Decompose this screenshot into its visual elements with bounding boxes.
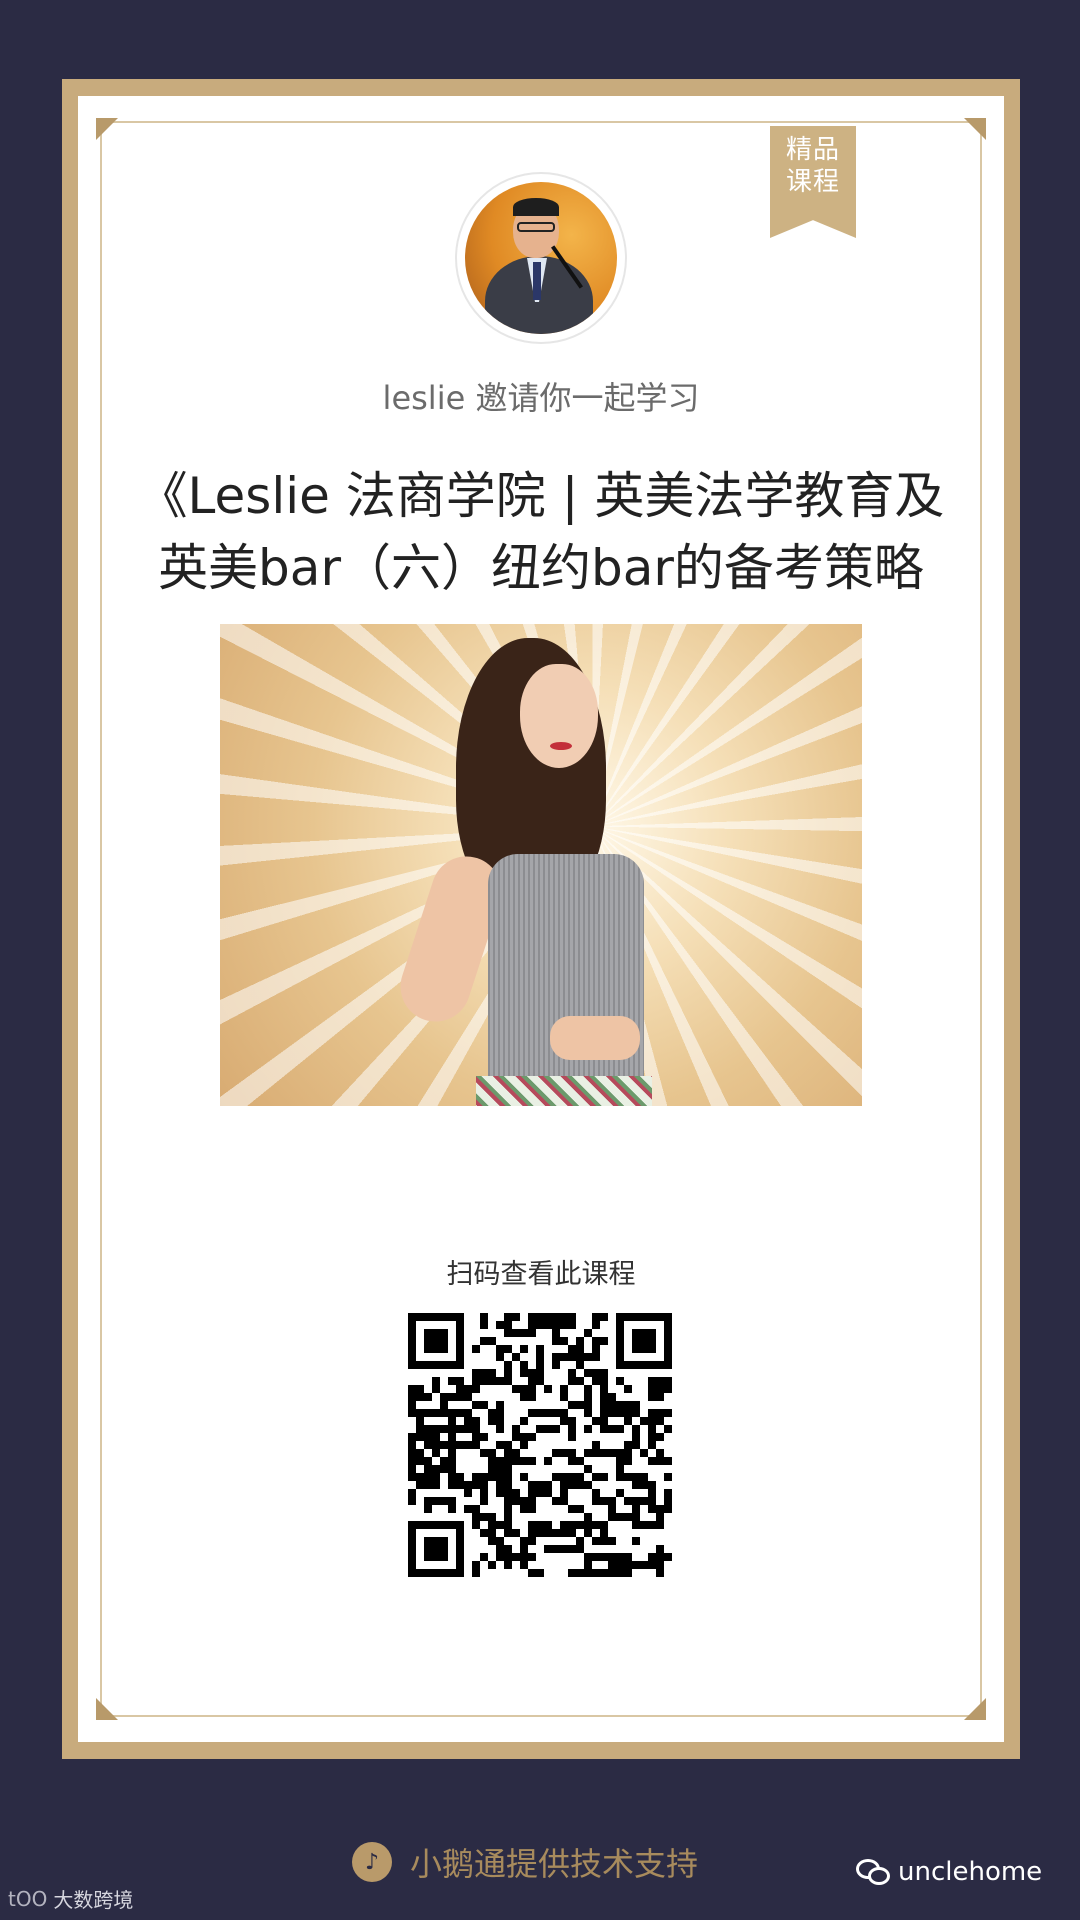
corner-ornament — [964, 1698, 986, 1720]
corner-brand-watermark: tOO 大数跨境 — [8, 1884, 133, 1913]
ribbon-line-2: 课程 — [785, 167, 840, 197]
invite-text: leslie 邀请你一起学习 — [382, 379, 700, 417]
course-title: 《Leslie 法商学院 | 英美法学教育及英美bar（六）纽约bar的备考策略 — [137, 467, 945, 597]
inviter-avatar-ring — [457, 174, 625, 342]
wechat-icon — [856, 1857, 892, 1887]
course-share-poster: 精品 课程 leslie 邀请你一起学习 《Leslie 法商学院 | 英美法学… — [78, 96, 1004, 1742]
corner-brand-name: 大数跨境 — [53, 1888, 134, 1912]
inviter-avatar — [465, 182, 617, 334]
corner-brand-logo: tOO — [8, 1886, 48, 1911]
corner-ornament — [96, 118, 118, 140]
wechat-watermark: unclehome — [856, 1857, 1042, 1887]
scan-qr-label: 扫码查看此课程 — [446, 1259, 636, 1290]
wechat-account-name: unclehome — [898, 1857, 1043, 1887]
corner-ornament — [96, 1698, 118, 1720]
corner-ornament — [964, 118, 986, 140]
ribbon-line-1: 精品 — [785, 135, 840, 165]
tech-support-text: 小鹅通提供技术支持 — [410, 1845, 699, 1883]
qr-code[interactable] — [408, 1313, 672, 1577]
course-cover-image — [220, 624, 862, 1106]
tech-support-footer: ♪ 小鹅通提供技术支持 — [352, 1838, 698, 1886]
tiktok-logo-icon: ♪ — [352, 1842, 392, 1882]
